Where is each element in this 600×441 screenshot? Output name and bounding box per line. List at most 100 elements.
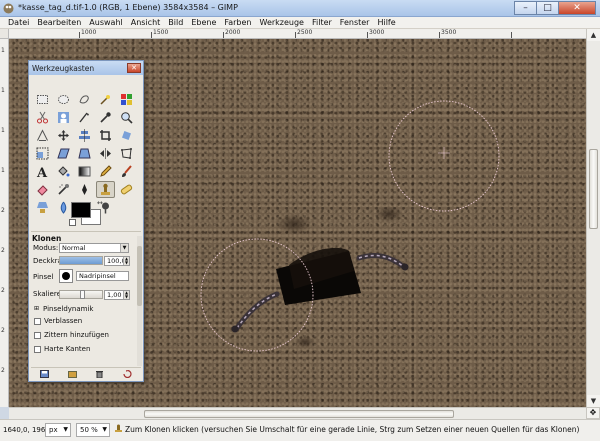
tool-options-scrollbar[interactable] bbox=[137, 236, 142, 366]
measure-icon[interactable] bbox=[33, 127, 52, 144]
toolbox-title-bar[interactable]: Werkzeugkasten ✕ bbox=[29, 61, 143, 75]
expander-plus-icon[interactable]: ⊞ bbox=[34, 305, 39, 312]
horizontal-ruler[interactable]: 1000 1500 2000 2500 3000 3500 bbox=[9, 29, 586, 39]
unit-select[interactable]: px ▼ bbox=[45, 423, 71, 437]
menu-bild[interactable]: Bild bbox=[164, 17, 187, 28]
maximize-button[interactable]: □ bbox=[536, 1, 558, 15]
color-area: ↔ bbox=[69, 199, 109, 229]
reset-options-icon[interactable] bbox=[123, 370, 132, 378]
menu-ansicht[interactable]: Ansicht bbox=[127, 17, 165, 28]
color-select-icon[interactable] bbox=[117, 91, 136, 108]
scroll-up-icon[interactable]: ▲ bbox=[587, 29, 600, 41]
free-select-icon[interactable] bbox=[75, 91, 94, 108]
move-icon[interactable] bbox=[54, 127, 73, 144]
menu-datei[interactable]: Datei bbox=[4, 17, 33, 28]
perspective-clone-icon[interactable] bbox=[33, 199, 52, 216]
restore-options-icon[interactable] bbox=[67, 370, 77, 378]
toolbox-title: Werkzeugkasten bbox=[32, 64, 95, 73]
menu-farben[interactable]: Farben bbox=[220, 17, 255, 28]
menu-hilfe[interactable]: Hilfe bbox=[373, 17, 399, 28]
horizontal-scrollbar[interactable] bbox=[9, 407, 586, 419]
color-picker-icon[interactable] bbox=[96, 109, 115, 126]
align-icon[interactable] bbox=[75, 127, 94, 144]
flip-icon[interactable] bbox=[96, 145, 115, 162]
scale-value: 1,00 bbox=[107, 291, 122, 299]
gimp-app-icon bbox=[3, 3, 14, 14]
scale-spinbox[interactable]: 1,00 ▲ ▼ bbox=[104, 290, 130, 300]
delete-options-icon[interactable] bbox=[95, 370, 104, 378]
ruler-corner[interactable] bbox=[0, 29, 9, 39]
v-ruler-tick: 2 bbox=[1, 327, 5, 334]
jitter-label: Zittern hinzufügen bbox=[44, 331, 109, 339]
cage-icon[interactable] bbox=[117, 145, 136, 162]
toolbox-bottom-bar bbox=[31, 367, 141, 380]
hard-edges-label: Harte Kanten bbox=[44, 345, 91, 353]
h-ruler-tick: 3500 bbox=[441, 29, 457, 36]
scissors-icon[interactable] bbox=[33, 109, 52, 126]
eraser-icon[interactable] bbox=[33, 181, 52, 198]
rotate-icon[interactable] bbox=[117, 127, 136, 144]
h-ruler-tick: 1000 bbox=[81, 29, 97, 36]
vertical-scroll-thumb[interactable] bbox=[589, 149, 598, 229]
menu-fenster[interactable]: Fenster bbox=[336, 17, 374, 28]
horizontal-scroll-thumb[interactable] bbox=[144, 410, 454, 418]
airbrush-icon[interactable] bbox=[54, 181, 73, 198]
clone-icon[interactable] bbox=[96, 181, 115, 198]
foreground-select-icon[interactable] bbox=[54, 109, 73, 126]
opacity-spinbox[interactable]: 100,0 ▲ ▼ bbox=[104, 256, 130, 266]
brush-name-field[interactable]: Nadripinsel bbox=[76, 271, 129, 281]
fuzzy-select-icon[interactable] bbox=[96, 91, 115, 108]
v-ruler-tick: 2 bbox=[1, 287, 5, 294]
fade-checkbox[interactable] bbox=[34, 318, 41, 325]
paintbrush-icon[interactable] bbox=[117, 163, 136, 180]
foreground-color-swatch[interactable] bbox=[71, 202, 91, 218]
navigate-icon[interactable]: ✥ bbox=[586, 407, 600, 419]
jitter-checkbox[interactable] bbox=[34, 332, 41, 339]
minimize-button[interactable]: – bbox=[514, 1, 536, 15]
rect-select-icon[interactable] bbox=[33, 91, 52, 108]
menu-auswahl[interactable]: Auswahl bbox=[85, 17, 126, 28]
scale-icon[interactable] bbox=[33, 145, 52, 162]
h-ruler-tick: 2500 bbox=[297, 29, 313, 36]
v-ruler-tick: 2 bbox=[1, 247, 5, 254]
zoom-icon[interactable] bbox=[117, 109, 136, 126]
blend-icon[interactable] bbox=[75, 163, 94, 180]
opacity-slider[interactable] bbox=[59, 256, 103, 265]
close-button[interactable]: ✕ bbox=[558, 1, 596, 15]
menu-filter[interactable]: Filter bbox=[308, 17, 336, 28]
vertical-ruler[interactable]: 1 1 1 1 2 2 2 2 2 bbox=[0, 39, 9, 407]
toolbox-window: Werkzeugkasten ✕ A ↔ Klonen Modus: Norma… bbox=[28, 60, 144, 382]
mode-select[interactable]: Normal ▼ bbox=[59, 243, 129, 253]
vertical-scrollbar[interactable]: ▲ ▼ bbox=[586, 29, 600, 407]
menu-bearbeiten[interactable]: Bearbeiten bbox=[33, 17, 85, 28]
heal-icon[interactable] bbox=[117, 181, 136, 198]
ink-icon[interactable] bbox=[75, 181, 94, 198]
scale-slider[interactable] bbox=[59, 290, 103, 299]
v-ruler-tick: 1 bbox=[1, 127, 5, 134]
brush-preview[interactable] bbox=[59, 269, 73, 283]
scroll-down-icon[interactable]: ▼ bbox=[587, 395, 600, 407]
crop-icon[interactable] bbox=[96, 127, 115, 144]
paths-icon[interactable] bbox=[75, 109, 94, 126]
clone-stamp-icon bbox=[115, 424, 122, 432]
scale-slider-knob[interactable] bbox=[80, 290, 85, 299]
spin-arrows-icon: ▲ ▼ bbox=[123, 256, 129, 265]
mode-value: Normal bbox=[62, 244, 86, 252]
save-options-icon[interactable] bbox=[40, 370, 50, 378]
shear-icon[interactable] bbox=[54, 145, 73, 162]
menu-werkzeuge[interactable]: Werkzeuge bbox=[256, 17, 308, 28]
swap-colors-icon[interactable]: ↔ bbox=[97, 199, 103, 207]
text-icon[interactable]: A bbox=[33, 163, 52, 180]
menu-ebene[interactable]: Ebene bbox=[187, 17, 220, 28]
title-bar: *kasse_tag_d.tif-1.0 (RGB, 1 Ebene) 3584… bbox=[0, 0, 600, 17]
zoom-select[interactable]: 50 % ▼ bbox=[76, 423, 110, 437]
perspective-icon[interactable] bbox=[75, 145, 94, 162]
reset-colors-icon[interactable] bbox=[69, 219, 76, 226]
pencil-icon[interactable] bbox=[96, 163, 115, 180]
ellipse-select-icon[interactable] bbox=[54, 91, 73, 108]
brush-dynamics-label: Pinseldynamik bbox=[43, 305, 94, 313]
tool-options-title: Klonen bbox=[32, 234, 62, 243]
toolbox-close-button[interactable]: ✕ bbox=[127, 63, 141, 73]
hard-edges-checkbox[interactable] bbox=[34, 346, 41, 353]
bucket-fill-icon[interactable] bbox=[54, 163, 73, 180]
